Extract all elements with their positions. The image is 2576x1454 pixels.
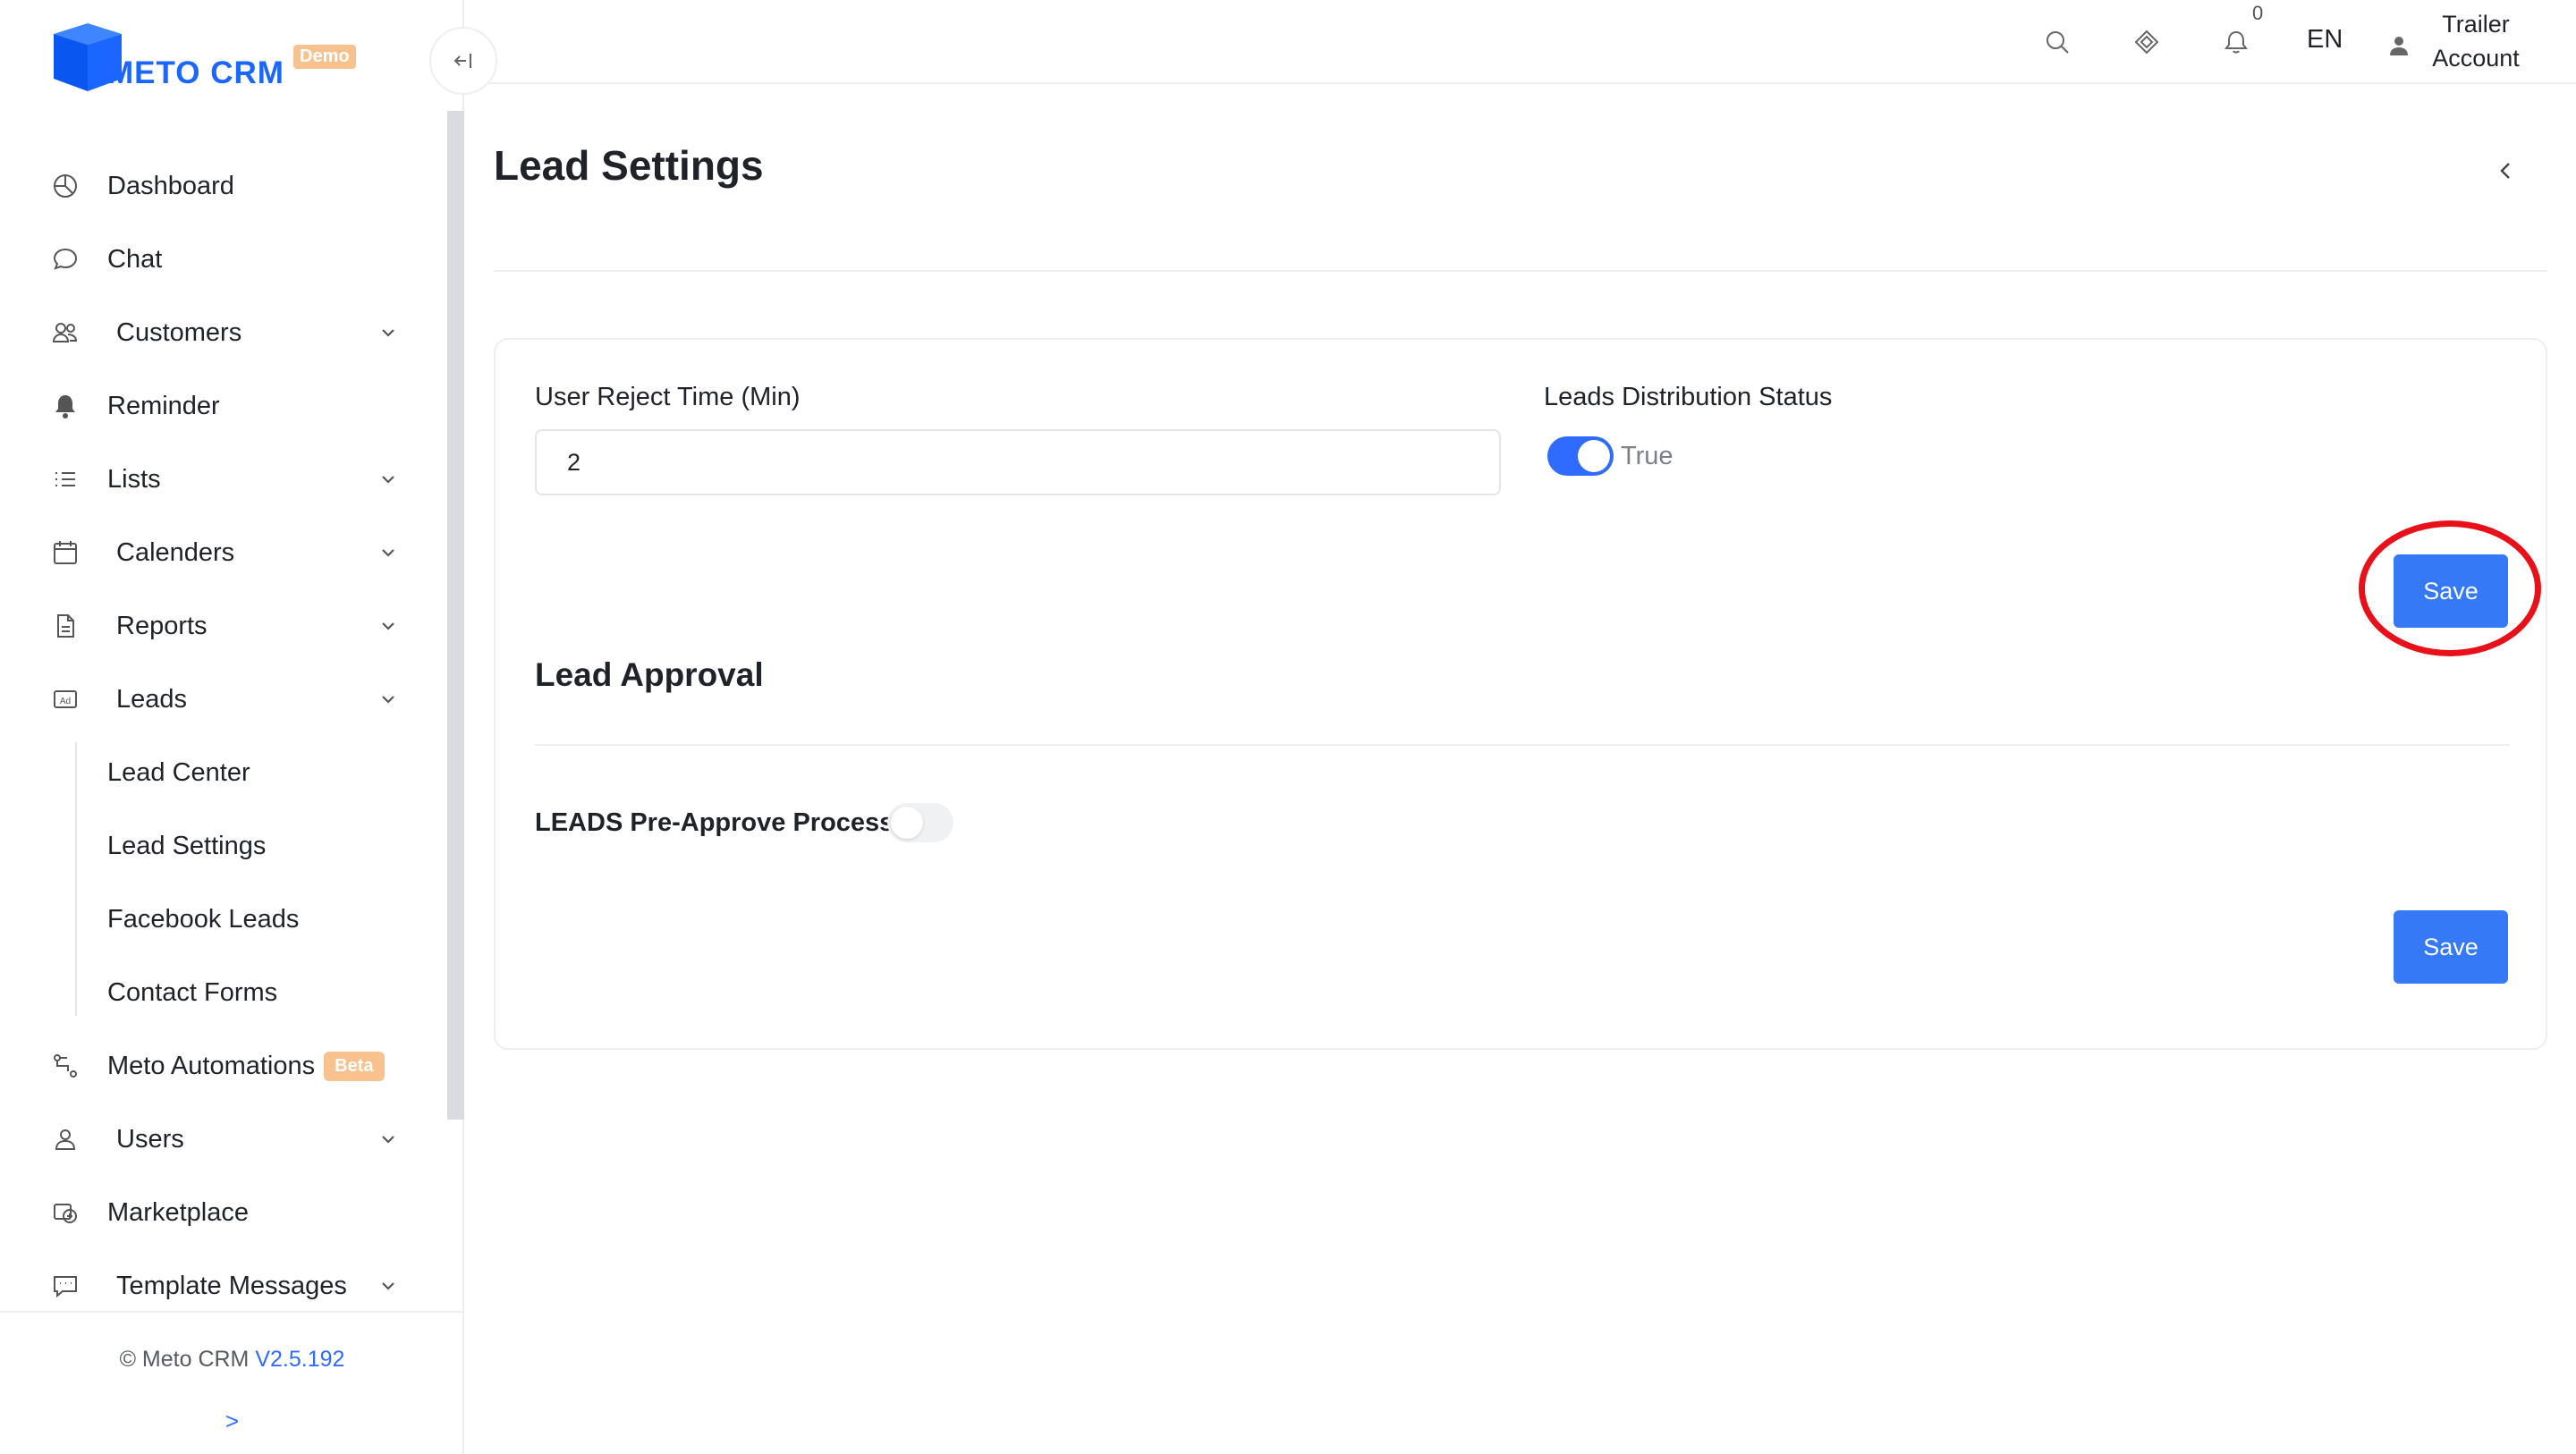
person-icon: [2390, 37, 2408, 55]
language-selector[interactable]: EN: [2307, 25, 2343, 55]
bell-icon[interactable]: [2219, 25, 2253, 59]
title-divider: [494, 270, 2547, 272]
ad-icon: Ad: [50, 684, 80, 714]
page-title: Lead Settings: [494, 142, 764, 189]
collapse-arrow-icon: [453, 54, 471, 68]
reject-time-label: User Reject Time (Min): [535, 383, 801, 411]
diamond-icon[interactable]: [2130, 25, 2164, 59]
copyright-label: © Meto CRM: [119, 1347, 250, 1372]
sidebar-item-label: Lists: [107, 464, 161, 494]
account-name: Trailer Account: [2432, 11, 2520, 72]
brand-logo[interactable]: METO CRM Demo: [48, 20, 370, 95]
user-icon: [50, 1124, 80, 1154]
sidebar-item-customers[interactable]: Customers: [50, 306, 399, 359]
bell-filled-icon: [50, 391, 80, 421]
sidebar-item-reminder[interactable]: Reminder: [50, 379, 399, 433]
report-file-icon: [50, 611, 80, 641]
sidebar-item-label: Chat: [107, 244, 163, 274]
chevron-down-icon: [382, 1282, 394, 1290]
distribution-status-toggle[interactable]: [1547, 436, 1614, 476]
pre-approve-toggle[interactable]: [887, 803, 953, 842]
sidebar-item-label: Meto Automations: [107, 1051, 316, 1080]
sidebar-nav: Dashboard Chat Customers Reminder Lists …: [0, 143, 464, 1306]
sidebar-subitem-contact-forms[interactable]: Contact Forms: [107, 966, 277, 1019]
sidebar-item-meto-automations[interactable]: Meto Automations Beta: [50, 1039, 399, 1093]
sidebar-item-label: Leads: [116, 684, 188, 714]
notification-count: 0: [2252, 2, 2264, 24]
template-message-icon: [50, 1271, 80, 1301]
chevron-left-icon[interactable]: [2492, 157, 2519, 184]
top-bar: 0 EN Trailer Account: [464, 0, 2576, 84]
reject-time-input[interactable]: [535, 429, 1501, 495]
pre-approve-label: LEADS Pre-Approve Process: [535, 808, 894, 837]
chevron-down-icon: [382, 622, 394, 630]
beta-badge: Beta: [324, 1051, 385, 1081]
sidebar: METO CRM Demo Dashboard Chat Customers R…: [0, 0, 464, 1454]
sidebar-item-marketplace[interactable]: Marketplace: [50, 1186, 399, 1239]
sidebar-item-reports[interactable]: Reports: [50, 599, 399, 653]
chat-bubble-icon: [50, 244, 80, 275]
sidebar-subitem-facebook-leads[interactable]: Facebook Leads: [107, 892, 299, 946]
pie-chart-icon: [50, 171, 80, 201]
svg-text:Ad: Ad: [60, 697, 71, 706]
chevron-down-icon: [382, 329, 394, 337]
collapse-sidebar-button[interactable]: [429, 27, 497, 95]
automation-icon: [50, 1051, 80, 1081]
marketplace-icon: [50, 1197, 80, 1228]
save-approval-button[interactable]: Save: [2394, 910, 2508, 984]
sidebar-item-lists[interactable]: Lists: [50, 452, 399, 506]
chevron-down-icon: [382, 1136, 394, 1144]
sidebar-item-dashboard[interactable]: Dashboard: [50, 159, 399, 213]
demo-badge: Demo: [293, 45, 356, 69]
sidebar-item-chat[interactable]: Chat: [50, 232, 399, 286]
sidebar-item-calenders[interactable]: Calenders: [50, 526, 399, 579]
expand-sidebar-button[interactable]: >: [0, 1408, 464, 1435]
chevron-down-icon: [382, 549, 394, 557]
toggle-knob: [1578, 440, 1610, 472]
sidebar-subitem-lead-center[interactable]: Lead Center: [107, 746, 250, 799]
toggle-knob: [891, 807, 923, 839]
sidebar-item-users[interactable]: Users: [50, 1112, 399, 1166]
chevron-down-icon: [382, 696, 394, 704]
version-link[interactable]: V2.5.192: [255, 1347, 344, 1372]
sidebar-item-label: Reminder: [107, 391, 220, 420]
sidebar-footer: © Meto CRM V2.5.192 >: [0, 1311, 464, 1454]
sidebar-subitem-lead-settings[interactable]: Lead Settings: [107, 819, 266, 873]
sidebar-item-label: Reports: [116, 611, 208, 640]
sidebar-item-template-messages[interactable]: Template Messages: [50, 1259, 399, 1306]
sidebar-item-label: Users: [116, 1124, 184, 1154]
sidebar-item-label: Customers: [116, 317, 242, 347]
submenu-guide-line: [75, 742, 77, 1016]
save-settings-button[interactable]: Save: [2394, 554, 2508, 628]
sidebar-item-leads[interactable]: Ad Leads: [50, 672, 399, 726]
lead-settings-card: User Reject Time (Min) Leads Distributio…: [494, 338, 2547, 1050]
chevron-down-icon: [382, 476, 394, 484]
distribution-status-value: True: [1621, 442, 1674, 470]
section-divider: [535, 744, 2510, 746]
brand-name: METO CRM: [107, 55, 284, 90]
distribution-status-label: Leads Distribution Status: [1544, 383, 1833, 411]
sidebar-item-label: Marketplace: [107, 1197, 249, 1227]
sidebar-item-label: Calenders: [116, 537, 235, 567]
sidebar-item-label: Dashboard: [107, 171, 234, 200]
search-icon[interactable]: [2040, 25, 2074, 59]
lead-approval-title: Lead Approval: [535, 656, 764, 693]
list-icon: [50, 464, 80, 495]
account-menu[interactable]: Trailer Account: [2387, 7, 2566, 79]
sidebar-item-label: Template Messages: [116, 1271, 347, 1300]
users-group-icon: [50, 317, 80, 348]
calendar-icon: [50, 537, 80, 568]
copyright-text: © Meto CRM V2.5.192: [0, 1347, 464, 1373]
